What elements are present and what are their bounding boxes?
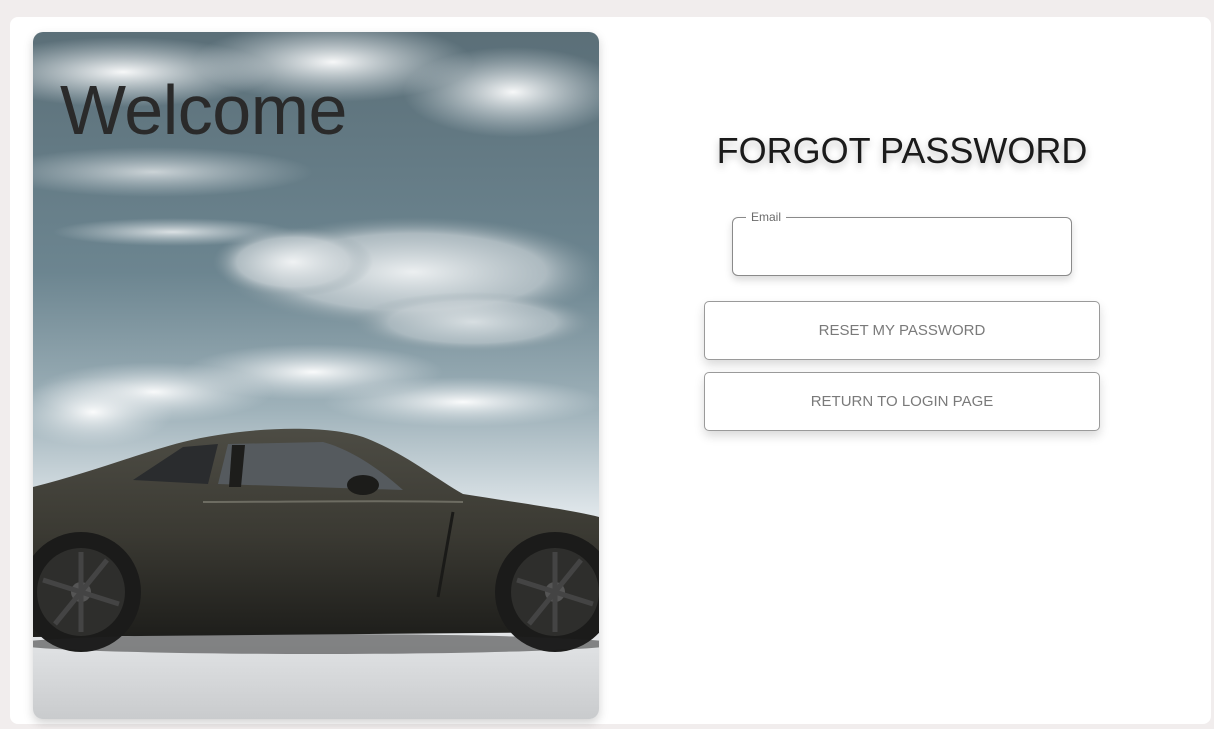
email-field[interactable]: Email [732, 210, 1072, 276]
hero-panel: Welcome [33, 32, 599, 719]
email-input[interactable] [745, 236, 1057, 262]
reset-password-button[interactable]: RESET MY PASSWORD [704, 301, 1100, 360]
email-label: Email [746, 210, 787, 224]
welcome-heading: Welcome [60, 71, 347, 149]
page-title: FORGOT PASSWORD [716, 130, 1088, 171]
return-to-login-button[interactable]: RETURN TO LOGIN PAGE [704, 372, 1100, 431]
forgot-password-card: Welcome [10, 17, 1211, 724]
